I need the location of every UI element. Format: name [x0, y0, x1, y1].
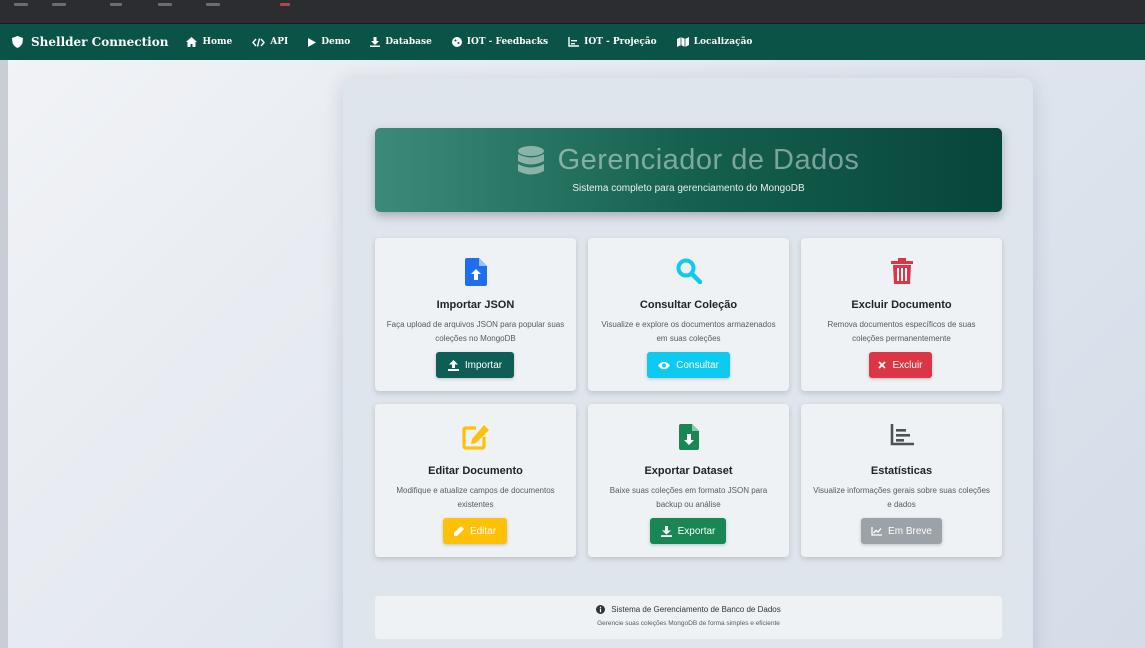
query-button-label: Consultar [676, 359, 719, 371]
footer-info: Sistema de Gerenciamento de Banco de Dad… [375, 596, 1002, 639]
nav-api[interactable]: API [252, 37, 288, 47]
pencil-icon [453, 526, 464, 536]
search-icon [676, 258, 702, 284]
eye-icon [658, 361, 671, 369]
nav-iot-projecao-label: IOT - Projeção [584, 37, 657, 47]
download-icon [660, 525, 672, 537]
brand-name: Shellder Connection [31, 35, 169, 49]
nav-database[interactable]: Database [370, 37, 432, 47]
edit-button[interactable]: Editar [443, 518, 507, 544]
left-edge [0, 60, 8, 648]
edit-button-label: Editar [469, 525, 497, 537]
hero-banner: Gerenciador de Dados Sistema completo pa… [375, 128, 1002, 212]
browser-chrome-mark [110, 3, 122, 6]
browser-chrome-strip [0, 0, 1145, 24]
card-description: Baixe suas coleções em formato JSON para… [609, 486, 768, 509]
card-title: Importar JSON [436, 299, 515, 311]
card-query-collection: Consultar Coleção Visualize e explore os… [588, 238, 789, 391]
nav-demo-label: Demo [321, 37, 351, 47]
import-button[interactable]: Importar [436, 352, 514, 378]
card-description: Faça upload de arquivos JSON para popula… [386, 320, 565, 343]
browser-chrome-mark [158, 3, 172, 6]
chart-icon [568, 37, 580, 47]
nav-localizacao-label: Localização [693, 37, 753, 47]
card-import-json: Importar JSON Faça upload de arquivos JS… [375, 238, 576, 391]
top-navbar: Shellder Connection Home API Demo Databa… [0, 24, 1145, 60]
nav-iot-feedbacks[interactable]: IOT - Feedbacks [451, 37, 549, 47]
nav-database-label: Database [385, 37, 432, 47]
bar-chart-icon [890, 424, 914, 446]
browser-chrome-mark [280, 3, 290, 6]
card-description: Remova documentos específicos de suas co… [827, 320, 976, 343]
footer-subtitle: Gerencie suas coleções MongoDB de forma … [597, 620, 780, 627]
hero-title: Gerenciador de Dados [557, 144, 860, 176]
card-title: Consultar Coleção [639, 299, 738, 311]
download-icon [370, 37, 381, 47]
info-icon [596, 605, 606, 614]
brand-link[interactable]: Shellder Connection [12, 35, 168, 49]
upload-icon [447, 359, 459, 371]
nav-localizacao[interactable]: Localização [676, 37, 753, 47]
card-description: Modifique e atualize campos de documento… [396, 486, 555, 509]
file-download-icon [678, 424, 699, 450]
nav-api-label: API [270, 37, 289, 47]
export-button-label: Exportar [677, 525, 716, 537]
card-description: Visualize informações gerais sobre suas … [813, 486, 990, 509]
nav-demo[interactable]: Demo [308, 37, 350, 47]
footer-title: Sistema de Gerenciamento de Banco de Dad… [611, 605, 781, 614]
import-button-label: Importar [464, 359, 503, 371]
map-icon [676, 37, 689, 47]
coming-soon-button[interactable]: Em Breve [861, 518, 942, 544]
card-title: Excluir Documento [851, 299, 952, 311]
browser-chrome-mark [206, 3, 220, 6]
play-icon [308, 37, 317, 47]
nav-iot-projecao[interactable]: IOT - Projeção [568, 37, 657, 47]
line-chart-icon [871, 526, 883, 536]
card-delete-document: Excluir Documento Remova documentos espe… [801, 238, 1002, 391]
browser-chrome-mark [14, 3, 28, 6]
coming-soon-button-label: Em Breve [888, 525, 932, 537]
edit-icon [461, 425, 489, 450]
delete-button-label: Excluir [892, 359, 923, 371]
query-button[interactable]: Consultar [647, 352, 730, 378]
home-icon [186, 37, 198, 47]
card-statistics: Estatísticas Visualize informações gerai… [801, 404, 1002, 557]
close-icon [878, 361, 887, 369]
delete-button[interactable]: Excluir [869, 352, 932, 378]
shield-icon [12, 36, 23, 48]
cookie-icon [451, 37, 462, 47]
export-button[interactable]: Exportar [650, 518, 726, 544]
nav-home[interactable]: Home [186, 37, 232, 47]
card-title: Estatísticas [870, 465, 933, 477]
code-icon [252, 37, 266, 47]
hero-subtitle: Sistema completo para gerenciamento do M… [572, 183, 805, 194]
database-icon [517, 145, 544, 174]
trash-icon [890, 258, 913, 284]
nav-home-label: Home [202, 37, 233, 47]
card-description: Visualize e explore os documentos armaze… [601, 320, 776, 343]
card-export-dataset: Exportar Dataset Baixe suas coleções em … [588, 404, 789, 557]
card-title: Exportar Dataset [644, 465, 733, 477]
nav-iot-feedbacks-label: IOT - Feedbacks [466, 37, 549, 47]
file-upload-icon [464, 258, 487, 286]
card-edit-document: Editar Documento Modifique e atualize ca… [375, 404, 576, 557]
card-title: Editar Documento [428, 465, 523, 477]
browser-chrome-mark [52, 3, 66, 6]
